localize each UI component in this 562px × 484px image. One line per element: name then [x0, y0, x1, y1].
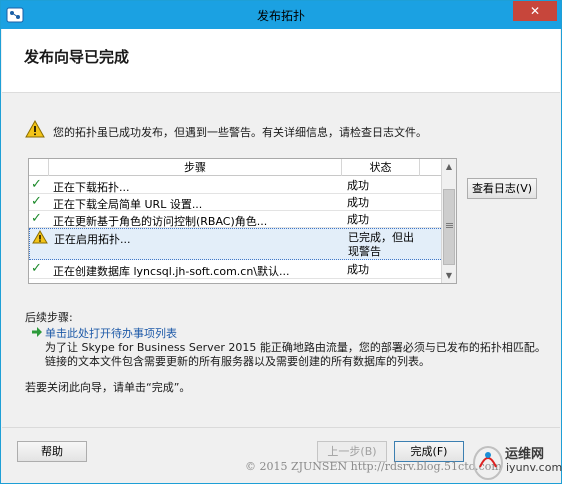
logo-en-text: iyunv.com: [506, 461, 562, 474]
step-text: 正在下载全局简单 URL 设置...: [53, 198, 203, 211]
description-line-1: 为了让 Skype for Business Server 2015 能正确地路…: [45, 341, 546, 354]
close-hint: 若要关闭此向导，请单击“完成”。: [25, 381, 191, 394]
warning-text: 您的拓扑虽已成功发布，但遇到一些警告。有关详细信息，请检查日志文件。: [53, 126, 427, 139]
wizard-header: 发布向导已完成: [2, 29, 560, 93]
grid-header: 步骤 状态: [29, 159, 443, 176]
step-text: 正在创建数据库 lyncsql.jh-soft.com.cn\默认...: [53, 265, 290, 278]
arrow-right-icon: [32, 327, 42, 337]
status-text: 成功: [347, 263, 369, 276]
step-text: 正在启用拓扑...: [54, 233, 131, 246]
scroll-down-icon[interactable]: ▼: [442, 268, 456, 283]
title-bar[interactable]: 发布拓扑 ✕: [1, 1, 561, 29]
step-text: 正在更新基于角色的访问控制(RBAC)角色...: [53, 215, 268, 228]
table-row-selected[interactable]: 正在启用拓扑... 已完成，但出现警告: [29, 228, 443, 260]
status-text: 成功: [347, 179, 369, 192]
check-icon: ✓: [31, 211, 42, 226]
grid-header-icon-col: [29, 159, 49, 176]
status-text: 成功: [347, 196, 369, 209]
status-text: 已完成，但出现警告: [348, 231, 414, 258]
copyright-watermark: © 2015 ZJUNSEN http://rdsrv.blog.51cto.c…: [245, 460, 502, 473]
scroll-up-icon[interactable]: ▲: [442, 159, 456, 174]
check-icon: ✓: [31, 177, 42, 192]
check-icon: ✓: [31, 261, 42, 276]
table-row[interactable]: ✓ 正在下载拓扑... 成功: [29, 177, 443, 194]
close-button[interactable]: ✕: [513, 1, 557, 21]
grid-header-status[interactable]: 状态: [342, 159, 420, 176]
finish-button[interactable]: 完成(F): [394, 441, 464, 462]
logo-cn-text: 运维网: [505, 447, 545, 462]
table-row[interactable]: ✓ 正在下载全局简单 URL 设置... 成功: [29, 194, 443, 211]
table-row[interactable]: ✓ 正在创建数据库 lyncsql.jh-soft.com.cn\默认... 成…: [29, 261, 443, 279]
steps-grid[interactable]: 步骤 状态 ✓ 正在下载拓扑... 成功 ✓ 正在下载全局简单 URL 设置..…: [28, 158, 457, 284]
back-button[interactable]: 上一步(B): [317, 441, 387, 462]
scrollbar-thumb[interactable]: [443, 189, 455, 265]
step-text: 正在下载拓扑...: [53, 181, 130, 194]
warning-icon: [25, 120, 45, 138]
page-title: 发布向导已完成: [24, 48, 130, 66]
check-icon: ✓: [31, 194, 42, 209]
status-text: 成功: [347, 213, 369, 226]
warning-icon: [32, 230, 48, 244]
window-title: 发布拓扑: [256, 9, 305, 23]
todo-list-link[interactable]: 单击此处打开待办事项列表: [45, 325, 177, 341]
next-steps-description: 为了让 Skype for Business Server 2015 能正确地路…: [45, 341, 546, 369]
next-steps-title: 后续步骤:: [25, 311, 73, 324]
table-row[interactable]: ✓ 正在更新基于角色的访问控制(RBAC)角色... 成功: [29, 211, 443, 228]
help-button[interactable]: 帮助: [17, 441, 87, 462]
vertical-scrollbar[interactable]: ▲ ▼: [441, 159, 456, 283]
grip-icon: [446, 223, 453, 224]
view-logs-button[interactable]: 查看日志(V): [467, 178, 537, 199]
description-line-2: 链接的文本文件包含需要更新的所有服务器以及需要创建的所有数据库的列表。: [45, 355, 430, 368]
publish-topology-window: 发布拓扑 ✕ 发布向导已完成 您的拓扑虽已成功发布，但遇到一些警告。有关详细信息…: [0, 0, 562, 484]
grid-header-step[interactable]: 步骤: [49, 159, 342, 176]
